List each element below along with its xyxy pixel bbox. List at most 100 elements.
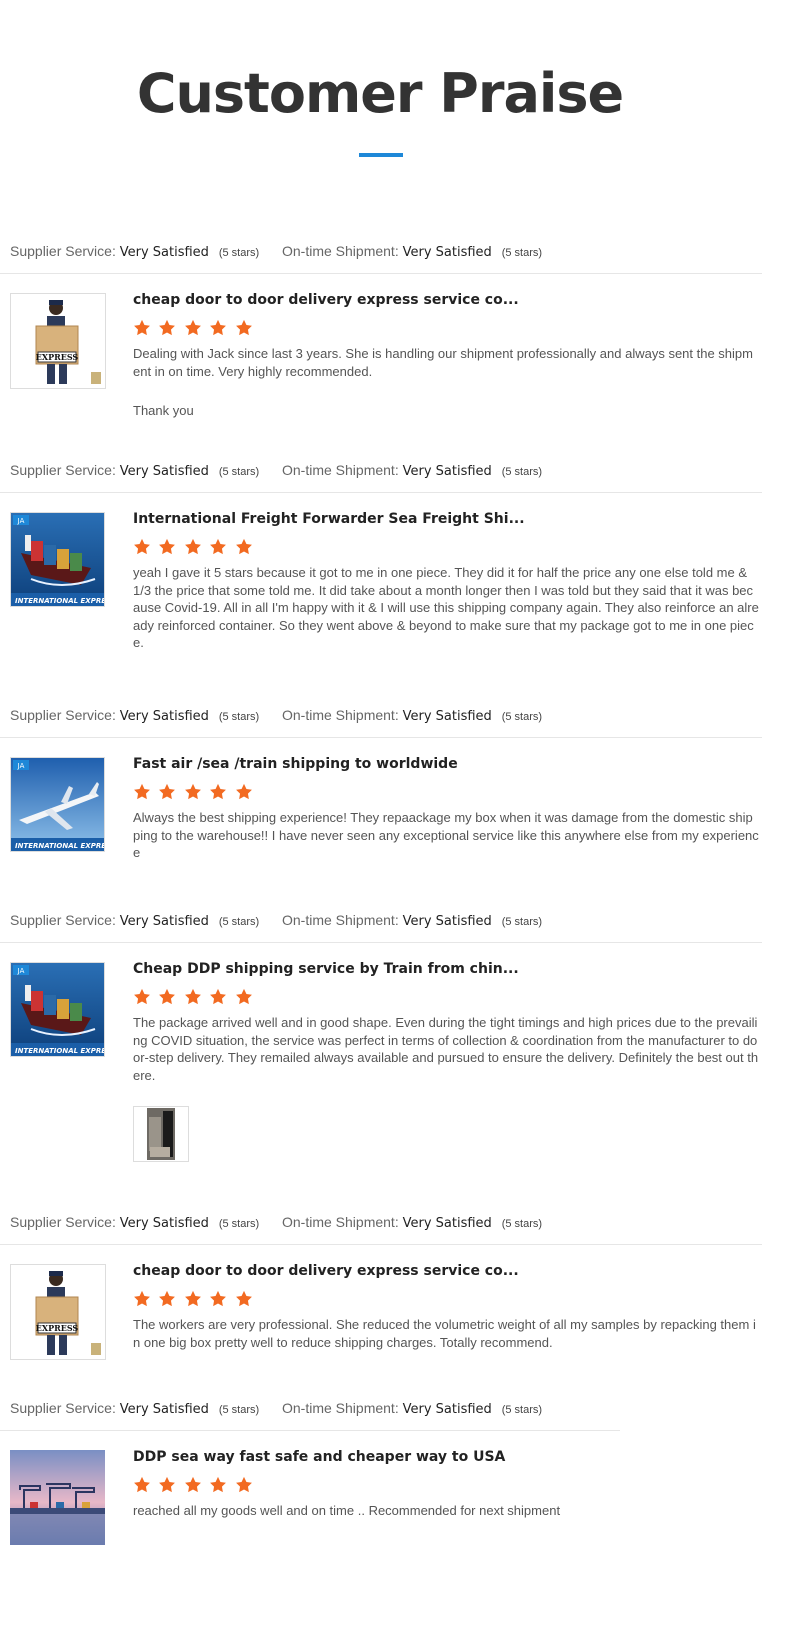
product-title-link[interactable]: Cheap DDP shipping service by Train from… <box>133 961 519 977</box>
divider <box>0 492 762 493</box>
star-icon <box>235 319 253 337</box>
star-icon <box>184 783 202 801</box>
product-title-link[interactable]: cheap door to door delivery express serv… <box>133 1263 519 1279</box>
product-thumbnail[interactable]: JA INTERNATIONAL EXPRESS <box>10 962 105 1057</box>
star-icon <box>158 1290 176 1308</box>
star-icon <box>235 988 253 1006</box>
ontime-shipment-value: Very Satisfied <box>402 245 492 260</box>
supplier-service-value: Very Satisfied <box>119 914 209 929</box>
supplier-service-stars: (5 stars) <box>218 1404 260 1416</box>
supplier-service-stars: (5 stars) <box>218 711 260 723</box>
ontime-shipment-label: On-time Shipment: <box>282 912 399 928</box>
supplier-service-label: Supplier Service: <box>10 1400 116 1416</box>
ontime-shipment-value: Very Satisfied <box>402 464 492 479</box>
rating-summary: Supplier Service: Very Satisfied (5 star… <box>10 1400 542 1417</box>
product-thumbnail[interactable]: JA INTERNATIONAL EXPRESS <box>10 757 105 852</box>
product-thumbnail[interactable] <box>10 1450 105 1545</box>
supplier-service-label: Supplier Service: <box>10 243 116 259</box>
express-box-person-icon: EXPRESS <box>11 1265 105 1359</box>
supplier-service-value: Very Satisfied <box>119 464 209 479</box>
rating-summary: Supplier Service: Very Satisfied (5 star… <box>10 912 542 929</box>
supplier-service-value: Very Satisfied <box>119 245 209 260</box>
product-thumbnail[interactable]: EXPRESS <box>10 293 106 389</box>
supplier-service-stars: (5 stars) <box>218 1218 260 1230</box>
star-icon <box>158 1476 176 1494</box>
review-signoff: Thank you <box>133 403 194 418</box>
star-icon <box>184 988 202 1006</box>
star-icon <box>184 1476 202 1494</box>
review-comment: Dealing with Jack since last 3 years. Sh… <box>133 346 753 379</box>
star-icon <box>235 538 253 556</box>
product-title-link[interactable]: International Freight Forwarder Sea Frei… <box>133 511 525 527</box>
port-cranes-icon <box>10 1450 105 1545</box>
supplier-service-stars: (5 stars) <box>218 466 260 478</box>
star-icon <box>133 1476 151 1494</box>
product-title-link[interactable]: DDP sea way fast safe and cheaper way to… <box>133 1449 505 1465</box>
ontime-shipment-stars: (5 stars) <box>501 1404 543 1416</box>
container-ship-icon: JA INTERNATIONAL EXPRESS <box>11 963 104 1056</box>
star-rating <box>133 1476 256 1494</box>
star-icon <box>184 1290 202 1308</box>
supplier-service-label: Supplier Service: <box>10 462 116 478</box>
supplier-service-label: Supplier Service: <box>10 707 116 723</box>
review-comment: Always the best shipping experience! The… <box>133 810 759 860</box>
star-rating <box>133 988 256 1006</box>
star-icon <box>133 538 151 556</box>
svg-text:INTERNATIONAL EXPRESS: INTERNATIONAL EXPRESS <box>15 1047 104 1055</box>
review-comment: yeah I gave it 5 stars because it got to… <box>133 565 759 650</box>
star-icon <box>235 1476 253 1494</box>
supplier-service-label: Supplier Service: <box>10 912 116 928</box>
star-rating <box>133 538 256 556</box>
divider <box>0 273 762 274</box>
product-thumbnail[interactable]: EXPRESS <box>10 1264 106 1360</box>
star-icon <box>209 988 227 1006</box>
star-icon <box>133 988 151 1006</box>
star-icon <box>184 538 202 556</box>
review-attachment-thumbnail[interactable] <box>133 1106 189 1162</box>
product-title-link[interactable]: Fast air /sea /train shipping to worldwi… <box>133 756 458 772</box>
star-icon <box>158 319 176 337</box>
svg-text:EXPRESS: EXPRESS <box>36 1323 79 1333</box>
page-title: Customer Praise <box>136 62 624 125</box>
rating-summary: Supplier Service: Very Satisfied (5 star… <box>10 707 542 724</box>
star-icon <box>133 319 151 337</box>
supplier-service-value: Very Satisfied <box>119 1402 209 1417</box>
star-icon <box>209 1290 227 1308</box>
divider <box>0 1430 620 1431</box>
divider <box>0 1244 762 1245</box>
supplier-service-stars: (5 stars) <box>218 916 260 928</box>
airplane-icon: JA INTERNATIONAL EXPRESS <box>11 758 104 851</box>
ontime-shipment-label: On-time Shipment: <box>282 462 399 478</box>
ontime-shipment-label: On-time Shipment: <box>282 1214 399 1230</box>
star-icon <box>133 783 151 801</box>
star-icon <box>209 538 227 556</box>
star-icon <box>158 988 176 1006</box>
svg-text:JA: JA <box>17 517 25 525</box>
ontime-shipment-stars: (5 stars) <box>501 466 543 478</box>
star-rating <box>133 1290 256 1308</box>
svg-text:INTERNATIONAL EXPRESS: INTERNATIONAL EXPRESS <box>15 842 104 850</box>
star-icon <box>158 783 176 801</box>
star-icon <box>184 319 202 337</box>
product-thumbnail[interactable]: JA INTERNATIONAL EXPRESS <box>10 512 105 607</box>
divider <box>0 942 762 943</box>
star-rating <box>133 319 256 337</box>
svg-text:JA: JA <box>17 967 25 975</box>
package-photo-icon <box>134 1107 188 1161</box>
supplier-service-value: Very Satisfied <box>119 709 209 724</box>
ontime-shipment-stars: (5 stars) <box>501 1218 543 1230</box>
rating-summary: Supplier Service: Very Satisfied (5 star… <box>10 1214 542 1231</box>
svg-text:EXPRESS: EXPRESS <box>36 352 79 362</box>
ontime-shipment-value: Very Satisfied <box>402 1402 492 1417</box>
star-rating <box>133 783 256 801</box>
product-title-link[interactable]: cheap door to door delivery express serv… <box>133 292 519 308</box>
star-icon <box>235 783 253 801</box>
rating-summary: Supplier Service: Very Satisfied (5 star… <box>10 462 542 479</box>
ontime-shipment-value: Very Satisfied <box>402 709 492 724</box>
supplier-service-stars: (5 stars) <box>218 247 260 259</box>
rating-summary: Supplier Service: Very Satisfied (5 star… <box>10 243 542 260</box>
supplier-service-label: Supplier Service: <box>10 1214 116 1230</box>
star-icon <box>209 783 227 801</box>
divider <box>0 737 762 738</box>
supplier-service-value: Very Satisfied <box>119 1216 209 1231</box>
